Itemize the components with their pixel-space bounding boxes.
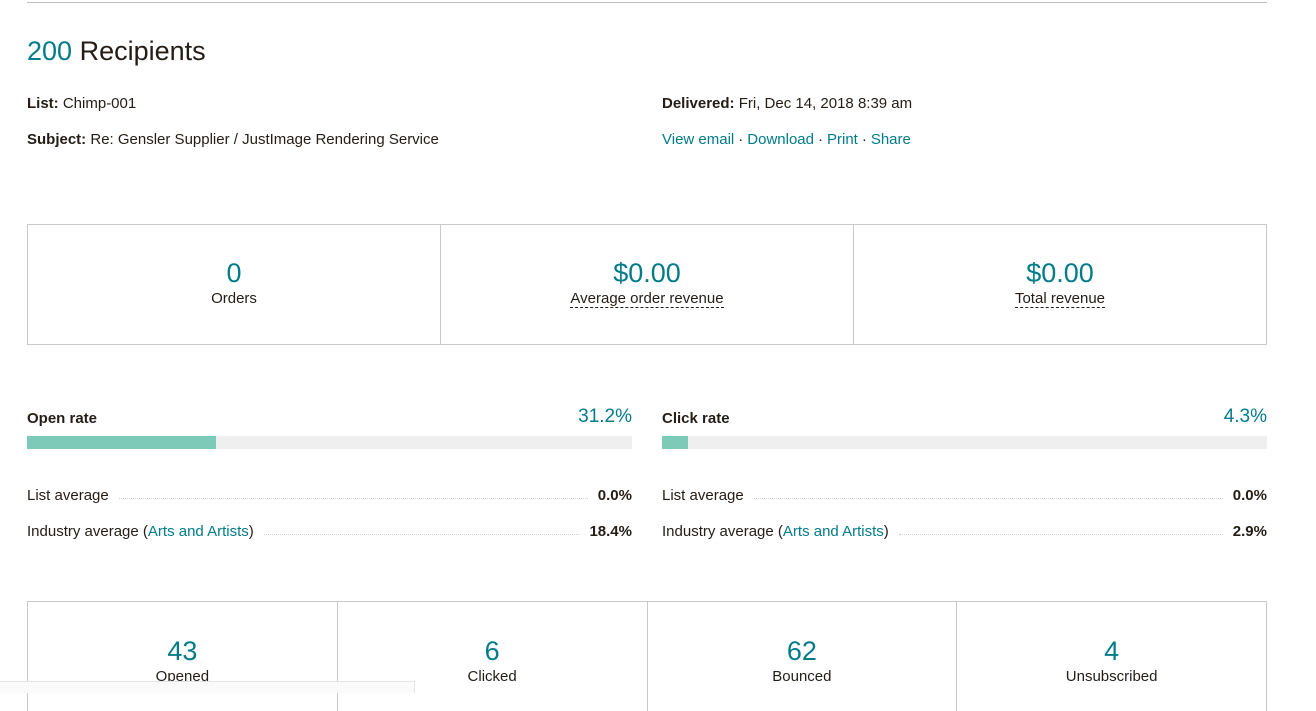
click-rate-value: 4.3% [1223,406,1267,427]
dotted-leader [118,498,588,499]
industry-link[interactable]: Arts and Artists [148,523,249,540]
list-label: List: [27,95,59,112]
subject-info: Subject: Re: Gensler Supplier / JustImag… [27,130,439,150]
link-separator: · [861,131,867,148]
download-link[interactable]: Download [747,131,814,148]
clicked-stat[interactable]: 6 Clicked [336,602,647,711]
subject-value: Re: Gensler Supplier / JustImage Renderi… [90,131,439,148]
email-actions: View email · Download · Print · Share [662,130,911,150]
click-industry-average-row: Industry average (Arts and Artists) 2.9% [662,520,1267,540]
top-divider [27,2,1267,3]
click-rate-label: Click rate [662,410,730,427]
opened-stat[interactable]: 43 Opened [28,602,337,711]
industry-link[interactable]: Arts and Artists [783,523,884,540]
click-rate-bar [662,436,1267,449]
orders-value: 0 [226,258,242,288]
open-rate-bar [27,436,632,449]
total-revenue-stat: $0.00 Total revenue [853,225,1266,344]
page-title: 200 Recipients [27,34,206,68]
industry-average-suffix: ) [248,523,254,540]
share-link[interactable]: Share [871,131,911,148]
industry-average-prefix: Industry average ( [662,523,783,540]
view-email-link[interactable]: View email [662,131,734,148]
list-average-value: 0.0% [597,487,632,504]
link-separator: · [817,131,823,148]
delivered-info: Delivered: Fri, Dec 14, 2018 8:39 am [662,94,912,114]
total-revenue-label[interactable]: Total revenue [1014,290,1106,308]
click-rate-section: Click rate 4.3% List average 0.0% Indust… [662,406,1267,540]
open-rate-section: Open rate 31.2% List average 0.0% Indust… [27,406,632,540]
dotted-leader [753,498,1223,499]
revenue-summary: 0 Orders $0.00 Average order revenue $0.… [27,224,1267,345]
open-rate-label: Open rate [27,410,98,427]
click-rate-bar-fill [662,436,688,449]
total-revenue-value: $0.00 [1026,258,1094,288]
opened-value: 43 [167,636,198,666]
bounced-stat[interactable]: 62 Bounced [646,602,957,711]
industry-average-suffix: ) [883,523,889,540]
clicked-value: 6 [484,636,500,666]
delivered-value: Fri, Dec 14, 2018 8:39 am [738,95,913,112]
industry-average-value: 18.4% [589,523,632,540]
engagement-summary: 43 Opened 6 Clicked 62 Bounced 4 Unsubsc… [27,601,1267,711]
orders-stat: 0 Orders [28,225,440,344]
click-list-average-row: List average 0.0% [662,484,1267,504]
list-average-value: 0.0% [1232,487,1267,504]
bounced-value: 62 [786,636,817,666]
delivered-label: Delivered: [662,95,735,112]
open-rate-value: 31.2% [578,406,632,427]
open-industry-average-row: Industry average (Arts and Artists) 18.4… [27,520,632,540]
unsubscribed-stat[interactable]: 4 Unsubscribed [956,602,1266,711]
subject-label: Subject: [27,131,87,148]
average-order-revenue-value: $0.00 [613,258,681,288]
industry-average-value: 2.9% [1232,523,1267,540]
list-average-label: List average [662,487,744,504]
list-average-label: List average [27,487,109,504]
average-order-revenue-label[interactable]: Average order revenue [570,290,724,308]
recipients-count: 200 [27,36,73,66]
orders-label: Orders [211,290,257,307]
open-rate-bar-fill [27,436,216,449]
open-list-average-row: List average 0.0% [27,484,632,504]
average-order-revenue-stat: $0.00 Average order revenue [440,225,853,344]
dotted-leader [898,534,1223,535]
unsubscribed-value: 4 [1104,636,1120,666]
list-value: Chimp-001 [62,95,137,112]
link-separator: · [738,131,744,148]
list-info: List: Chimp-001 [27,94,136,114]
dotted-leader [263,534,580,535]
unsubscribed-label: Unsubscribed [1065,668,1158,685]
print-link[interactable]: Print [827,131,858,148]
bottom-overlay-panel [0,681,415,693]
industry-average-prefix: Industry average ( [27,523,148,540]
bounced-label: Bounced [772,668,832,685]
recipients-label: Recipients [79,36,206,66]
